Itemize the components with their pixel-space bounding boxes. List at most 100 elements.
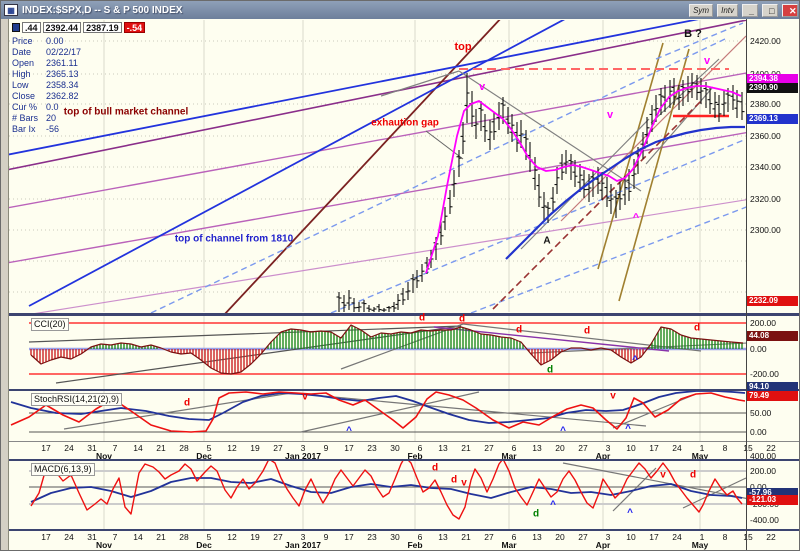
- quote-color-swatch: [12, 23, 20, 32]
- date-tick: 12: [227, 443, 237, 453]
- date-tick: 30: [390, 532, 400, 542]
- date-tick: 24: [64, 532, 74, 542]
- date-tick: 19: [250, 443, 260, 453]
- quote-field-value: 02/22/17: [46, 47, 82, 57]
- date-tick: 15: [743, 532, 753, 542]
- quote-field-label: Price: [12, 36, 33, 46]
- quote-prev: 2387.19: [83, 22, 122, 33]
- date-tick: 7: [112, 532, 118, 542]
- main-annotation-top-of-channel-from-1810: top of channel from 1810: [174, 233, 294, 245]
- main-annotation-top: top: [454, 41, 472, 53]
- date-tick: 24: [672, 532, 682, 542]
- separator: [1, 389, 799, 391]
- cci-annotation--: ^: [632, 354, 638, 366]
- cci-annotation-d: d: [546, 364, 554, 376]
- quote-field-low: Low 2358.34: [12, 80, 145, 91]
- close-button[interactable]: ✕: [782, 3, 798, 17]
- quote-field-value: 2362.82: [46, 91, 79, 101]
- cci-annotation-d: d: [515, 324, 523, 336]
- date-tick: 14: [133, 443, 143, 453]
- date-tick: 20: [555, 443, 565, 453]
- separator: [1, 313, 799, 316]
- quote-field-open: Open 2361.11: [12, 58, 145, 69]
- month-label: Apr: [595, 540, 611, 550]
- date-tick: 30: [390, 443, 400, 453]
- quote-field-price: Price 0.00: [12, 36, 145, 47]
- date-tick: 27: [273, 443, 283, 453]
- month-label: May: [691, 540, 709, 550]
- main-annotation-b-: B ?: [684, 28, 702, 40]
- macd-annotation-v: v: [660, 469, 666, 481]
- quote-boxes: .44 2392.44 2387.19 -.54: [12, 22, 146, 33]
- macd-panel[interactable]: [1, 461, 799, 529]
- quote-field-label: High: [12, 69, 31, 79]
- stoch-axis-tick: 50.00: [750, 408, 772, 418]
- quote-field-high: High 2365.13: [12, 69, 145, 80]
- cci-axis-value-badge: 44.08: [747, 331, 798, 341]
- quote-field-value: 2358.34: [46, 80, 79, 90]
- quote-field-value: 20: [46, 113, 57, 123]
- date-tick: 28: [179, 532, 189, 542]
- quote-field-close: Close 2362.82: [12, 91, 145, 102]
- intv-button[interactable]: Intv: [717, 3, 738, 17]
- sym-button[interactable]: Sym: [689, 3, 714, 17]
- main-annotation-a: A: [543, 235, 551, 247]
- macd-label: MACD(6,13,9): [31, 463, 95, 476]
- stoch-annotation--: ^: [560, 425, 566, 437]
- date-tick: 27: [484, 532, 494, 542]
- date-tick: 9: [323, 532, 329, 542]
- price-axis-tick: 2380.00: [750, 99, 781, 109]
- quote-last: 2392.44: [42, 22, 82, 33]
- cci-label: CCI(20): [31, 318, 69, 331]
- macd-annotation-d: d: [532, 508, 540, 520]
- date-tick: 12: [227, 532, 237, 542]
- stoch-annotation-d: d: [183, 397, 191, 409]
- stoch-annotation-v: v: [302, 391, 308, 403]
- date-tick: 24: [64, 443, 74, 453]
- main-annotation--: ^: [632, 212, 640, 224]
- stoch-axis-tick: 0.00: [750, 427, 767, 437]
- quote-field-label: Date: [12, 47, 32, 57]
- maximize-button[interactable]: □: [762, 3, 778, 17]
- date-tick: 27: [578, 532, 588, 542]
- date-tick: 17: [344, 532, 354, 542]
- date-tick: 17: [41, 443, 51, 453]
- date-tick: 8: [722, 532, 728, 542]
- macd-annotation-v: v: [461, 477, 467, 489]
- macd-annotation--: ^: [627, 507, 633, 519]
- date-tick: 23: [367, 443, 377, 453]
- quote-field-value: 0.00: [46, 36, 64, 46]
- stoch-annotation--: ^: [625, 423, 631, 435]
- date-tick: 10: [626, 443, 636, 453]
- quote-field-value: 0.0: [46, 102, 59, 112]
- price-axis-tick: 2320.00: [750, 194, 781, 204]
- price-axis-value-badge: 2232.09: [747, 296, 798, 306]
- month-label: Dec: [196, 540, 212, 550]
- app-icon: ▦: [4, 4, 18, 16]
- date-tick: 19: [250, 532, 260, 542]
- date-tick: 17: [649, 443, 659, 453]
- quote-field-label: Close: [12, 91, 36, 101]
- x-axis-lower: 17 24 31 7 14 21 28 5 12 19 27 3 9 17 23 30 6 13 21 27 6 13 20…: [1, 531, 799, 550]
- quote-field-value: 2361.11: [46, 58, 78, 68]
- date-tick: 27: [484, 443, 494, 453]
- quote-field-label: Low: [12, 80, 29, 90]
- macd-annotation--: ^: [550, 499, 556, 511]
- date-tick: 21: [461, 443, 471, 453]
- macd-annotation-d: d: [450, 474, 458, 486]
- x-axis-upper: 17 24 31 7 14 21 28 5 12 19 27 3 9 17 23 30 6 13 21 27 6 13 20…: [1, 442, 799, 461]
- cci-panel[interactable]: [1, 316, 799, 389]
- price-axis-tick: 2360.00: [750, 131, 781, 141]
- date-tick: 21: [461, 532, 471, 542]
- macd-annotation-d: d: [689, 469, 697, 481]
- date-tick: 13: [532, 532, 542, 542]
- month-label: Mar: [501, 540, 517, 550]
- date-tick: 28: [179, 443, 189, 453]
- date-tick: 24: [672, 443, 682, 453]
- month-label: Nov: [95, 540, 113, 550]
- macd-axis-tick: 400.00: [750, 451, 776, 461]
- minimize-button[interactable]: _: [742, 3, 758, 17]
- quote-field-label: Open: [12, 58, 35, 68]
- window-title: INDEX:$SPX,D -- S & P 500 INDEX: [22, 4, 183, 16]
- titlebar: ▦ INDEX:$SPX,D -- S & P 500 INDEX Sym In…: [1, 1, 799, 19]
